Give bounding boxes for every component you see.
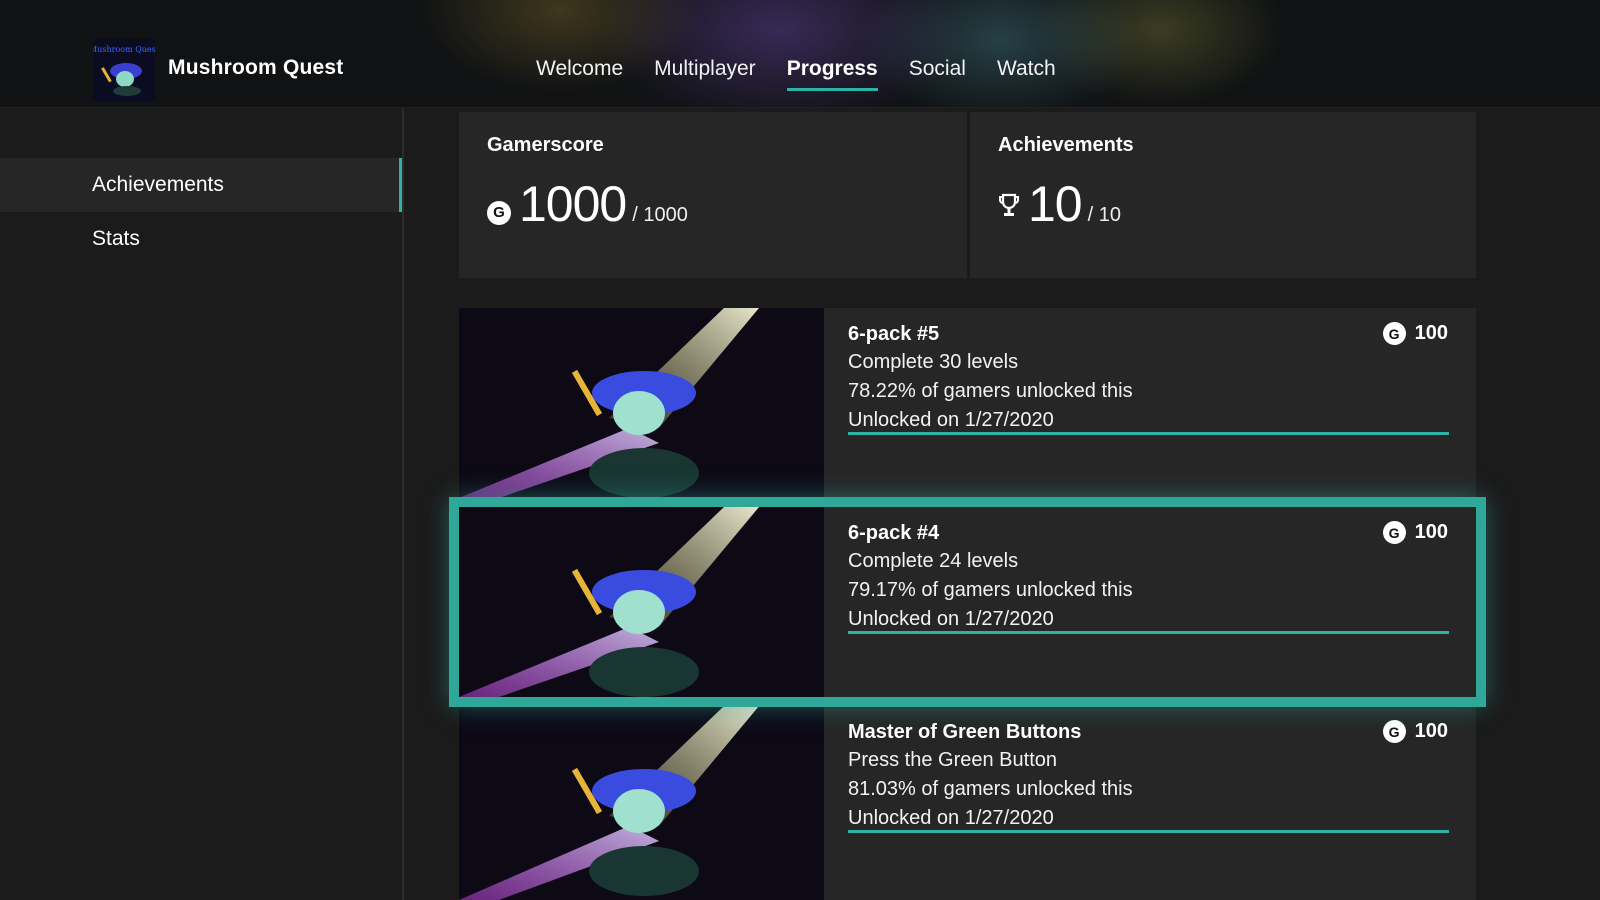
- achievement-unlock-date: Unlocked on 1/27/2020: [848, 409, 1054, 431]
- sidebar: Achievements Stats: [0, 108, 404, 900]
- achievements-value: 10: [1028, 176, 1083, 232]
- sidebar-item-stats[interactable]: Stats: [0, 212, 402, 266]
- tab-progress[interactable]: Progress: [786, 57, 878, 91]
- tab-social[interactable]: Social: [909, 57, 966, 91]
- achievement-tile[interactable]: Master of Green Buttons Press the Green …: [459, 706, 1476, 900]
- achievement-score-value: 100: [1414, 322, 1448, 344]
- achievement-description: Complete 30 levels: [848, 351, 1019, 373]
- achievement-name: 6-pack #5: [848, 323, 940, 345]
- achievement-image: [459, 507, 824, 697]
- achievement-description: Press the Green Button: [848, 749, 1058, 771]
- achievement-description: Complete 24 levels: [848, 550, 1019, 572]
- achievement-tile[interactable]: 6-pack #4 Complete 24 levels 79.17% of g…: [449, 497, 1486, 707]
- tab-watch[interactable]: Watch: [997, 57, 1056, 91]
- achievement-unlock-date: Unlocked on 1/27/2020: [848, 807, 1054, 829]
- achievement-score: G 100: [1382, 720, 1448, 743]
- trophy-icon: [998, 193, 1020, 224]
- gamerscore-icon: G: [1382, 720, 1406, 743]
- achievement-score: G 100: [1382, 521, 1448, 544]
- gamerscore-icon: G: [1382, 322, 1406, 345]
- gamerscore-icon: G: [487, 200, 511, 225]
- app-title: Mushroom Quest: [168, 56, 344, 79]
- achievements-card: Achievements 10 / 10: [970, 112, 1476, 278]
- gamerscore-total: / 1000: [632, 204, 688, 226]
- gamerscore-label: Gamerscore: [487, 134, 604, 156]
- tab-welcome[interactable]: Welcome: [536, 57, 623, 91]
- achievement-image: [459, 308, 824, 498]
- achievement-tile[interactable]: 6-pack #5 Complete 30 levels 78.22% of g…: [459, 308, 1476, 498]
- achievement-name: 6-pack #4: [848, 522, 940, 544]
- app-header: Mushroom Quest Mushroom Quest Welcome Mu…: [0, 0, 1600, 108]
- main-nav: Welcome Multiplayer Progress Social Watc…: [536, 57, 1087, 91]
- achievement-image: [459, 706, 824, 900]
- gamerscore-value: 1000: [519, 176, 627, 232]
- achievement-progress-bar: [848, 830, 1449, 833]
- achievement-rarity: 78.22% of gamers unlocked this: [848, 380, 1133, 402]
- gamerscore-icon: G: [1382, 521, 1406, 544]
- achievement-rarity: 79.17% of gamers unlocked this: [848, 579, 1133, 601]
- achievement-score: G 100: [1382, 322, 1448, 345]
- achievement-score-value: 100: [1414, 521, 1448, 543]
- tab-multiplayer[interactable]: Multiplayer: [654, 57, 756, 91]
- achievements-label: Achievements: [998, 134, 1134, 156]
- achievement-progress-bar: [848, 631, 1449, 634]
- achievement-rarity: 81.03% of gamers unlocked this: [848, 778, 1133, 800]
- sidebar-item-achievements[interactable]: Achievements: [0, 158, 402, 212]
- achievements-total: / 10: [1087, 204, 1121, 226]
- svg-text:Mushroom Quest: Mushroom Quest: [93, 45, 155, 54]
- gamerscore-card: Gamerscore G 1000 / 1000: [459, 112, 967, 278]
- achievement-name: Master of Green Buttons: [848, 721, 1082, 743]
- achievement-unlock-date: Unlocked on 1/27/2020: [848, 608, 1054, 630]
- achievement-score-value: 100: [1414, 720, 1448, 742]
- achievement-progress-bar: [848, 432, 1449, 435]
- game-logo: Mushroom Quest: [93, 39, 155, 101]
